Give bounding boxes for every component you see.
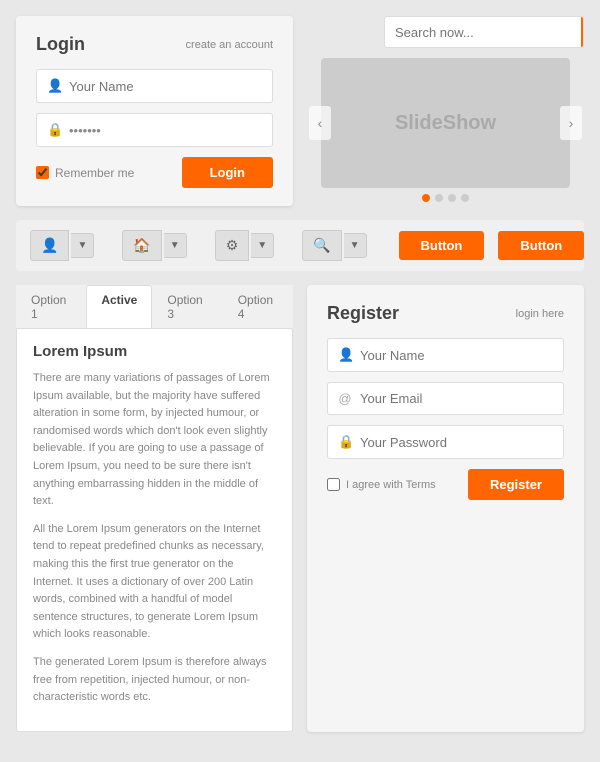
register-password-input[interactable] [360, 435, 553, 450]
remember-me-label[interactable]: Remember me [36, 166, 134, 180]
toolbar-button-2[interactable]: Button [498, 231, 584, 260]
content-title: Lorem Ipsum [33, 343, 276, 360]
tab-active[interactable]: Active [86, 285, 152, 328]
register-email-field: @ [327, 382, 564, 415]
search-dropdown-button[interactable]: ▼ [344, 233, 367, 258]
create-account-link[interactable]: create an account [186, 39, 273, 51]
register-user-icon: 👤 [338, 347, 352, 363]
gear-icon-button[interactable]: ⚙ [215, 230, 250, 261]
bottom-left-panel: Option 1 Active Option 3 Option 4 Lorem … [16, 285, 293, 732]
register-lock-icon: 🔒 [338, 434, 352, 450]
dot-2[interactable] [435, 194, 443, 202]
lock-icon: 🔒 [47, 122, 61, 138]
slideshow-wrapper: ‹ SlideShow › [307, 58, 584, 202]
search-input[interactable] [385, 18, 581, 47]
content-para-1: There are many variations of passages of… [33, 370, 276, 511]
register-name-field: 👤 [327, 338, 564, 372]
search-icon-button[interactable]: 🔍 [302, 230, 341, 261]
content-card: Lorem Ipsum There are many variations of… [16, 328, 293, 732]
toolbar-gear-group: ⚙ ▼ [215, 230, 274, 261]
tab-option4[interactable]: Option 4 [223, 285, 293, 328]
login-title: Login [36, 34, 85, 55]
toolbar-button-1[interactable]: Button [399, 231, 485, 260]
dot-4[interactable] [461, 194, 469, 202]
slide-next-button[interactable]: › [560, 106, 582, 140]
right-top-panel: 🔍 ‹ SlideShow › [307, 16, 584, 206]
register-password-field: 🔒 [327, 425, 564, 459]
register-footer: I agree with Terms Register [327, 469, 564, 500]
register-card: Register login here 👤 @ 🔒 I agree with T… [307, 285, 584, 732]
dot-3[interactable] [448, 194, 456, 202]
tab-option3[interactable]: Option 3 [152, 285, 222, 328]
content-para-3: The generated Lorem Ipsum is therefore a… [33, 654, 276, 707]
register-header: Register login here [327, 303, 564, 324]
search-bar: 🔍 [384, 16, 584, 48]
register-name-input[interactable] [360, 348, 553, 363]
username-input[interactable] [69, 79, 262, 94]
agree-terms-checkbox[interactable] [327, 478, 340, 491]
search-button[interactable]: 🔍 [581, 17, 584, 47]
slide-prev-button[interactable]: ‹ [309, 106, 331, 140]
login-header: Login create an account [36, 34, 273, 55]
register-email-input[interactable] [360, 391, 553, 406]
register-title: Register [327, 303, 399, 324]
gear-dropdown-button[interactable]: ▼ [251, 233, 274, 258]
register-button[interactable]: Register [468, 469, 564, 500]
login-card: Login create an account 👤 🔒 Remember me … [16, 16, 293, 206]
username-field: 👤 [36, 69, 273, 103]
slideshow-label: SlideShow [395, 112, 496, 135]
remember-me-checkbox[interactable] [36, 166, 49, 179]
password-field: 🔒 [36, 113, 273, 147]
dot-1[interactable] [422, 194, 430, 202]
user-icon: 👤 [47, 78, 61, 94]
password-input[interactable] [69, 123, 262, 138]
login-button[interactable]: Login [182, 157, 273, 188]
toolbar-search-group: 🔍 ▼ [302, 230, 366, 261]
home-icon-button[interactable]: 🏠 [122, 230, 161, 261]
register-email-icon: @ [338, 391, 352, 406]
toolbar-home-group: 🏠 ▼ [122, 230, 186, 261]
slide-dots [321, 194, 570, 202]
toolbar-user-group: 👤 ▼ [30, 230, 94, 261]
agree-terms-label[interactable]: I agree with Terms [327, 478, 436, 491]
home-dropdown-button[interactable]: ▼ [164, 233, 187, 258]
toolbar-row: 👤 ▼ 🏠 ▼ ⚙ ▼ 🔍 ▼ Button Button [16, 220, 584, 271]
login-footer: Remember me Login [36, 157, 273, 188]
login-here-link[interactable]: login here [516, 308, 564, 320]
search-area: 🔍 [307, 16, 584, 48]
slideshow: ‹ SlideShow › [321, 58, 570, 188]
user-dropdown-button[interactable]: ▼ [71, 233, 94, 258]
tab-option1[interactable]: Option 1 [16, 285, 86, 328]
user-icon-button[interactable]: 👤 [30, 230, 69, 261]
content-para-2: All the Lorem Ipsum generators on the In… [33, 521, 276, 644]
tabs-bar: Option 1 Active Option 3 Option 4 [16, 285, 293, 328]
